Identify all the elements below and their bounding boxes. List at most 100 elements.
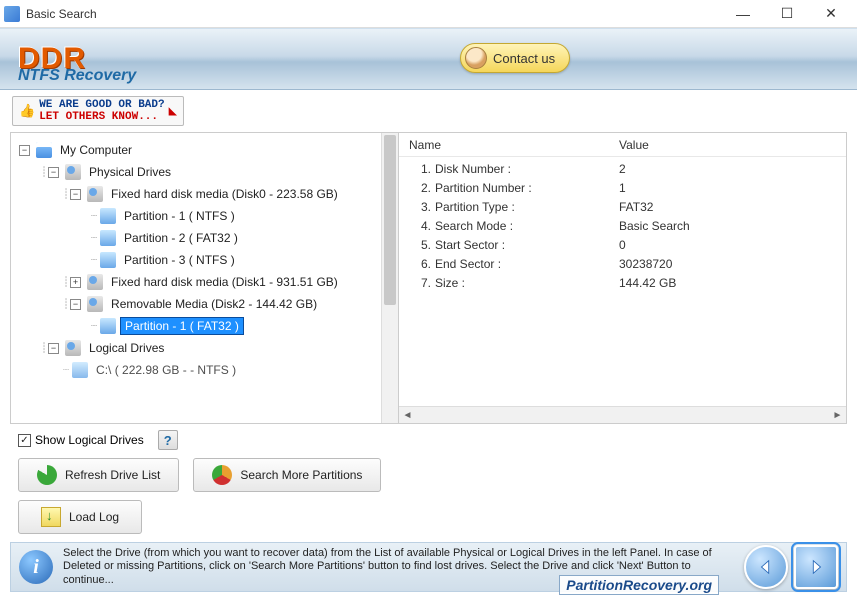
app-icon: [4, 6, 20, 22]
watermark: PartitionRecovery.org: [559, 575, 719, 595]
search-more-partitions-button[interactable]: Search More Partitions: [193, 458, 381, 492]
partition-icon: [100, 208, 116, 224]
collapse-icon[interactable]: −: [70, 299, 81, 310]
disk-icon: [87, 296, 103, 312]
horizontal-scrollbar[interactable]: ◄ ►: [399, 406, 846, 423]
button-label: Refresh Drive List: [65, 468, 160, 482]
load-icon: [41, 507, 61, 527]
collapse-icon[interactable]: −: [70, 189, 81, 200]
button-label: Load Log: [69, 510, 119, 524]
info-bar: i Select the Drive (from which you want …: [10, 542, 847, 592]
tree-connector: ┈: [91, 255, 96, 266]
tree-connector: ┊: [63, 189, 68, 200]
feedback-line2: LET OTHERS KNOW...: [39, 111, 164, 123]
tree-disk1[interactable]: ┊ + Fixed hard disk media (Disk1 - 931.5…: [15, 271, 394, 293]
col-name: Name: [409, 138, 619, 152]
back-button[interactable]: [744, 545, 788, 589]
tree-connector: ┈: [91, 233, 96, 244]
refresh-drive-list-button[interactable]: Refresh Drive List: [18, 458, 179, 492]
detail-row: 3.Partition Type :FAT32: [409, 197, 836, 216]
feedback-line1: WE ARE GOOD OR BAD?: [39, 99, 164, 111]
actions-row-2: Load Log: [18, 500, 839, 534]
partition-icon: [72, 362, 88, 378]
tree-connector: ┊: [63, 299, 68, 310]
tree-label: Logical Drives: [85, 340, 168, 356]
tree-label: Physical Drives: [85, 164, 175, 180]
tree-label: Partition - 3 ( NTFS ): [120, 252, 239, 268]
tree-logical-drives[interactable]: ┊ − Logical Drives: [15, 337, 394, 359]
drives-icon: [65, 164, 81, 180]
tag-icon: ◣: [169, 103, 177, 120]
feedback-button[interactable]: 👍 WE ARE GOOD OR BAD? LET OTHERS KNOW...…: [12, 96, 184, 126]
tree-connector: ┈: [63, 365, 68, 376]
maximize-button[interactable]: ☐: [765, 0, 809, 28]
detail-row: 1.Disk Number :2: [409, 159, 836, 178]
disk-icon: [87, 274, 103, 290]
disk-icon: [87, 186, 103, 202]
tree-label: Partition - 1 ( FAT32 ): [120, 317, 244, 335]
scroll-right-icon[interactable]: ►: [829, 407, 846, 424]
checkbox-label: Show Logical Drives: [35, 433, 144, 447]
tree-partition[interactable]: ┈ Partition - 3 ( NTFS ): [15, 249, 394, 271]
window-title: Basic Search: [26, 7, 721, 21]
col-value: Value: [619, 138, 836, 152]
collapse-icon[interactable]: −: [48, 343, 59, 354]
tree-physical-drives[interactable]: ┊ − Physical Drives: [15, 161, 394, 183]
tree-label: Fixed hard disk media (Disk1 - 931.51 GB…: [107, 274, 342, 290]
vertical-scrollbar[interactable]: [381, 133, 398, 423]
person-icon: [465, 47, 487, 69]
tree-partition-selected[interactable]: ┈ Partition - 1 ( FAT32 ): [15, 315, 394, 337]
tree-disk2[interactable]: ┊ − Removable Media (Disk2 - 144.42 GB): [15, 293, 394, 315]
minimize-button[interactable]: —: [721, 0, 765, 28]
tree-root[interactable]: − My Computer: [15, 139, 394, 161]
checkbox-icon: ✓: [18, 434, 31, 447]
product-name: NTFS Recovery: [18, 67, 136, 85]
collapse-icon[interactable]: −: [48, 167, 59, 178]
drive-tree[interactable]: − My Computer ┊ − Physical Drives ┊ − Fi…: [11, 133, 398, 387]
details-pane: Name Value 1.Disk Number :2 2.Partition …: [399, 133, 846, 423]
tree-disk0[interactable]: ┊ − Fixed hard disk media (Disk0 - 223.5…: [15, 183, 394, 205]
button-label: Search More Partitions: [240, 468, 362, 482]
tree-label: Partition - 2 ( FAT32 ): [120, 230, 242, 246]
show-logical-drives-checkbox[interactable]: ✓ Show Logical Drives: [18, 433, 144, 447]
options-row: ✓ Show Logical Drives ?: [18, 430, 839, 450]
detail-row: 5.Start Sector :0: [409, 235, 836, 254]
tree-connector: ┈: [91, 211, 96, 222]
close-button[interactable]: ✕: [809, 0, 853, 28]
tree-partition[interactable]: ┈ Partition - 1 ( NTFS ): [15, 205, 394, 227]
tree-logical-c[interactable]: ┈ C:\ ( 222.98 GB - - NTFS ): [15, 359, 394, 381]
tree-connector: ┊: [63, 277, 68, 288]
titlebar: Basic Search — ☐ ✕: [0, 0, 857, 28]
help-button[interactable]: ?: [158, 430, 178, 450]
load-log-button[interactable]: Load Log: [18, 500, 142, 534]
tree-label: Removable Media (Disk2 - 144.42 GB): [107, 296, 321, 312]
pie-icon: [212, 465, 232, 485]
details-header: Name Value: [399, 133, 846, 157]
tree-partition[interactable]: ┈ Partition - 2 ( FAT32 ): [15, 227, 394, 249]
nav-buttons: [744, 545, 838, 589]
tree-connector: ┈: [91, 321, 96, 332]
header-banner: DDR NTFS Recovery Contact us: [0, 28, 857, 90]
drive-tree-pane: − My Computer ┊ − Physical Drives ┊ − Fi…: [11, 133, 399, 423]
actions-row: Refresh Drive List Search More Partition…: [18, 458, 839, 492]
contact-us-button[interactable]: Contact us: [460, 43, 570, 73]
tree-connector: ┊: [41, 343, 46, 354]
thumbs-up-icon: 👍: [19, 104, 35, 119]
help-icon: ?: [164, 433, 172, 448]
feedback-row: 👍 WE ARE GOOD OR BAD? LET OTHERS KNOW...…: [0, 90, 857, 132]
partition-icon: [100, 318, 116, 334]
tree-label: Partition - 1 ( NTFS ): [120, 208, 239, 224]
detail-row: 6.End Sector :30238720: [409, 254, 836, 273]
partition-icon: [100, 252, 116, 268]
expand-icon[interactable]: +: [70, 277, 81, 288]
arrow-right-icon: [807, 558, 825, 576]
next-button[interactable]: [794, 545, 838, 589]
info-icon: i: [19, 550, 53, 584]
scrollbar-thumb[interactable]: [384, 135, 396, 305]
collapse-icon[interactable]: −: [19, 145, 30, 156]
refresh-icon: [37, 465, 57, 485]
tree-label: Fixed hard disk media (Disk0 - 223.58 GB…: [107, 186, 342, 202]
tree-label: C:\ ( 222.98 GB - - NTFS ): [92, 362, 240, 378]
scroll-left-icon[interactable]: ◄: [399, 407, 416, 424]
partition-icon: [100, 230, 116, 246]
